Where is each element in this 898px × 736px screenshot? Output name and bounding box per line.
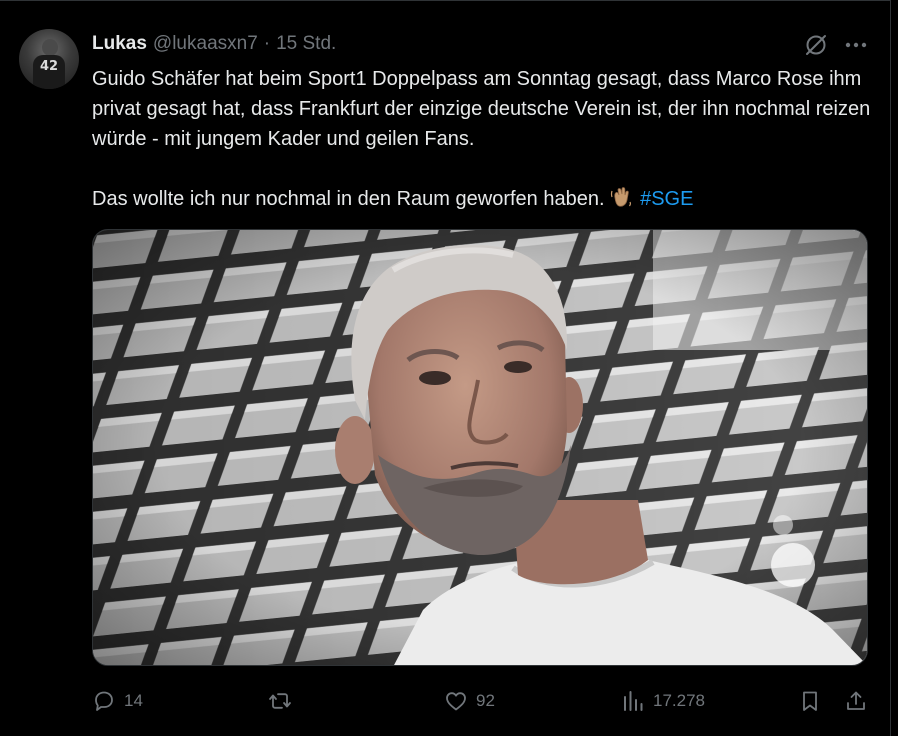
tweet-media-image[interactable] — [92, 229, 868, 666]
views-icon — [621, 689, 645, 713]
author-name[interactable]: Lukas — [92, 33, 147, 55]
like-button[interactable]: 92 — [444, 686, 495, 716]
header-separator: · — [263, 33, 271, 54]
reply-icon — [92, 689, 116, 713]
author-handle[interactable]: @lukaasxn7 — [153, 33, 258, 55]
views-count: 17.278 — [653, 691, 705, 710]
share-button[interactable] — [844, 686, 868, 716]
tweet-paragraph-2-text: Das wollte ich nur nochmal in den Raum g… — [92, 188, 605, 210]
tweet-card[interactable]: 42 Lukas @lukaasxn7 · 15 Std. Guido Schä… — [0, 0, 891, 736]
tweet-action-bar: 14 92 17.278 — [92, 686, 877, 716]
tweet-paragraph-2: Das wollte ich nur nochmal in den Raum g… — [92, 184, 877, 214]
reply-count: 14 — [124, 691, 143, 710]
more-icon[interactable] — [843, 32, 869, 58]
views-button[interactable]: 17.278 — [621, 686, 705, 716]
tweet-timestamp[interactable]: 15 Std. — [276, 33, 336, 55]
bookmark-button[interactable] — [798, 686, 822, 716]
hashtag-link[interactable]: #SGE — [640, 188, 693, 210]
grok-icon[interactable] — [803, 32, 829, 58]
share-icon — [844, 689, 868, 713]
reply-button[interactable]: 14 — [92, 686, 143, 716]
avatar-head-shape — [42, 39, 58, 56]
author-avatar[interactable]: 42 — [19, 29, 79, 89]
tweet-text: Guido Schäfer hat beim Sport1 Doppelpass… — [92, 64, 877, 214]
like-count: 92 — [476, 691, 495, 710]
repost-icon — [268, 689, 292, 713]
media-photo — [93, 230, 867, 665]
tweet-header: Lukas @lukaasxn7 · 15 Std. — [92, 32, 336, 56]
bookmark-icon — [798, 689, 822, 713]
avatar-jersey-number: 42 — [39, 59, 59, 74]
waving-hand-emoji — [609, 185, 633, 209]
tweet-paragraph-1: Guido Schäfer hat beim Sport1 Doppelpass… — [92, 68, 871, 150]
like-icon — [444, 689, 468, 713]
repost-button[interactable] — [268, 686, 300, 716]
